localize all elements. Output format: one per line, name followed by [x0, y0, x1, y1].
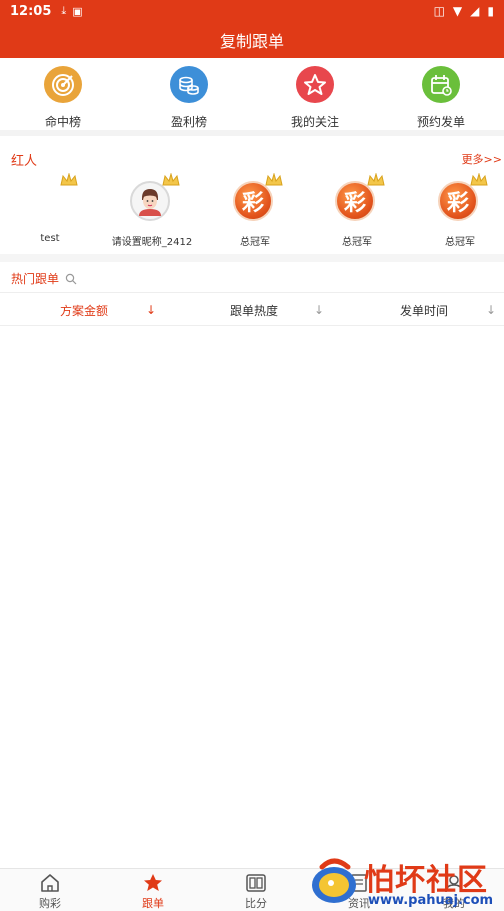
hot-orders-title: 热门跟单: [11, 272, 60, 286]
featured-user-name: 总冠军: [445, 237, 475, 248]
signal-icon: ◢: [470, 4, 480, 18]
quick-nav-label: 命中榜: [44, 115, 81, 129]
tab-label: 购彩: [39, 897, 61, 910]
avatar: 彩: [233, 181, 273, 221]
battery-icon: ▮: [487, 4, 494, 18]
avatar-wrap: 彩: [335, 173, 385, 225]
featured-user[interactable]: 彩 总冠军: [412, 172, 504, 248]
featured-user-name: test: [40, 233, 60, 244]
home-icon: [41, 874, 59, 892]
quick-nav-label: 盈利榜: [170, 115, 207, 129]
sort-label: 跟单热度: [230, 303, 279, 318]
featured-user[interactable]: 彩 总冠军: [207, 172, 303, 248]
quick-nav-hit-rank[interactable]: 命中榜: [0, 58, 126, 130]
avatar-wrap: 彩: [233, 173, 283, 225]
tab-label: 比分: [245, 897, 267, 910]
sort-by-time[interactable]: 发单时间 ↓: [400, 293, 500, 327]
crown-icon: [470, 173, 488, 186]
featured-user[interactable]: test: [2, 172, 98, 248]
section-divider: [0, 254, 504, 262]
quick-nav: 命中榜 盈利榜 我的关注 预约发单: [0, 58, 504, 136]
watermark-logo-icon: [312, 858, 356, 903]
target-icon: [44, 66, 82, 103]
featured-user-name: 请设置昵称_2412: [111, 237, 193, 248]
sort-label: 发单时间: [400, 303, 449, 318]
quick-nav-label: 预约发单: [416, 115, 465, 129]
site-watermark: 怕坏社区 www.pahuaj.com: [302, 853, 504, 911]
quick-nav-profit-rank[interactable]: 盈利榜: [126, 58, 252, 130]
crown-icon: [162, 173, 180, 186]
featured-user[interactable]: 彩 总冠军: [309, 172, 405, 248]
sort-by-amount[interactable]: 方案金额 ↓: [60, 293, 170, 327]
person-avatar-icon: [139, 189, 161, 216]
download-icon: ⤓: [61, 4, 67, 17]
sort-arrow-icon: ↓: [314, 303, 325, 317]
quick-nav-schedule-post[interactable]: 预约发单: [378, 58, 504, 130]
tab-buy-lottery[interactable]: 购彩: [0, 869, 100, 911]
page-title: 复制跟单: [219, 32, 284, 51]
featured-user[interactable]: 请设置昵称_2412: [104, 172, 200, 248]
crown-icon: [265, 173, 283, 186]
sort-label: 方案金额: [60, 303, 109, 318]
app-screen: 12:05 ⤓ ▣ ◫ ▼ ◢ ▮ 复制跟单 命中榜 盈利榜 我的关注 预约发单…: [0, 0, 504, 911]
tab-follow-orders[interactable]: 跟单: [103, 869, 203, 911]
status-bar: 12:05 ⤓ ▣ ◫ ▼ ◢ ▮: [0, 0, 504, 22]
featured-user-name: 总冠军: [342, 237, 372, 248]
avatar-empty: [28, 173, 78, 225]
featured-users-list: test 请设置昵称_2412 彩 总冠军 彩 总冠军 彩 总冠军: [0, 172, 504, 248]
sort-arrow-icon: ↓: [146, 303, 157, 317]
featured-title: 红人: [11, 154, 38, 169]
featured-users-section: 红人 更多>> test 请设置昵称_2412 彩 总冠军 彩 总冠军 彩 总冠…: [0, 142, 504, 254]
star-icon: [144, 874, 162, 891]
hot-orders-header: 热门跟单: [11, 270, 77, 287]
vibrate-icon: ◫: [433, 4, 445, 18]
search-icon[interactable]: [65, 273, 77, 285]
quick-nav-my-follows[interactable]: 我的关注: [252, 58, 378, 130]
avatar-wrap: 彩: [438, 173, 488, 225]
status-indicators: ◫ ▼ ◢ ▮: [434, 4, 494, 18]
crown-icon: [367, 173, 385, 186]
wifi-icon: ▼: [452, 4, 463, 18]
watermark-url: www.pahuaj.com: [368, 893, 494, 908]
calendar-icon: [422, 66, 460, 103]
avatar: 彩: [438, 181, 478, 221]
avatar-wrap: [130, 173, 180, 225]
featured-user-name: 总冠军: [240, 237, 270, 248]
sort-bar: 方案金额 ↓ 跟单热度 ↓ 发单时间 ↓: [0, 292, 504, 326]
avatar: [130, 181, 170, 221]
tab-label: 跟单: [142, 897, 164, 910]
sort-by-popularity[interactable]: 跟单热度 ↓: [230, 293, 330, 327]
quick-nav-label: 我的关注: [290, 115, 339, 129]
coins-icon: [170, 66, 208, 103]
tab-scores[interactable]: 比分: [206, 869, 306, 911]
status-time: 12:05: [10, 3, 52, 19]
sort-arrow-icon: ↓: [486, 303, 497, 317]
score-icon: [246, 874, 266, 892]
star-icon: [296, 66, 334, 103]
crown-icon: [60, 173, 78, 186]
notification-icon: ▣: [72, 4, 83, 18]
avatar: 彩: [335, 181, 375, 221]
app-header: 复制跟单: [0, 22, 504, 58]
more-link[interactable]: 更多>>: [462, 151, 502, 167]
